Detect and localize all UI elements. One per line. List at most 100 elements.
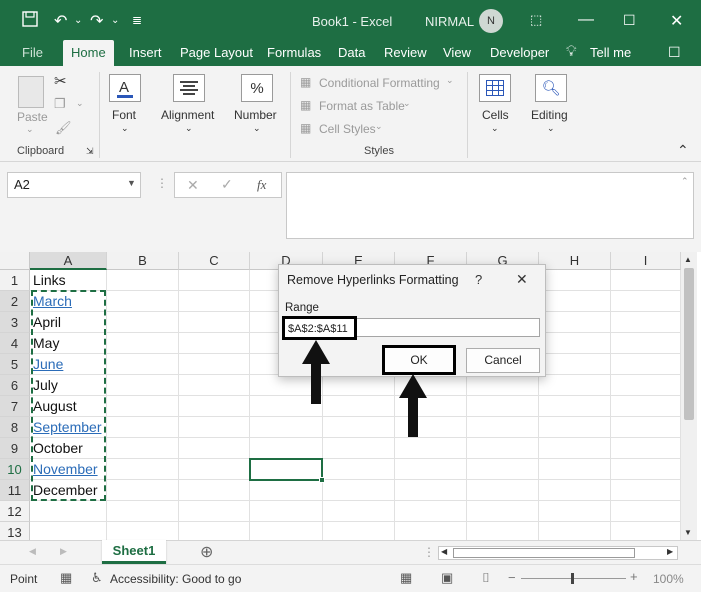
column-header[interactable]: I [611,252,681,270]
minimize-icon[interactable]: — [578,11,594,29]
undo-icon[interactable]: ↶ [54,11,67,31]
clipboard-launcher-icon[interactable]: ⇲ [86,146,94,157]
scrollbar-thumb[interactable] [684,268,694,420]
name-box-dropdown-icon[interactable]: ▼ [127,178,136,188]
cut-icon[interactable]: ✂ [54,72,67,90]
tab-home[interactable]: Home [63,40,114,68]
cell-styles-dropdown-icon[interactable]: ⌄ [375,121,383,132]
number-icon[interactable]: % [241,74,273,102]
maximize-icon[interactable]: ☐ [623,12,636,29]
row-header[interactable]: 3 [0,312,30,333]
lightbulb-icon[interactable]: 💡︎ [566,43,577,60]
row-header[interactable]: 11 [0,480,30,501]
editing-button[interactable]: Editing [531,108,568,122]
number-dropdown-icon[interactable]: ⌄ [253,123,261,134]
save-icon[interactable] [22,11,38,32]
next-sheet-icon[interactable]: ▶ [60,546,67,557]
format-as-table-button[interactable]: Format as Table [319,99,405,113]
tab-file[interactable]: File [22,45,43,60]
sheet-tab-sheet1[interactable]: Sheet1 [102,540,166,564]
normal-view-icon[interactable]: ▦ [400,570,412,586]
zoom-in-icon[interactable]: + [630,569,638,584]
paste-dropdown-icon[interactable]: ⌄ [26,124,34,135]
row-header[interactable]: 12 [0,501,30,522]
cells-icon[interactable] [479,74,511,102]
font-icon[interactable]: A [109,74,141,102]
alignment-icon[interactable] [173,74,205,102]
prev-sheet-icon[interactable]: ◀ [29,546,36,557]
new-sheet-icon[interactable]: ⊕ [200,542,213,562]
copy-dropdown-icon[interactable]: ⌄ [76,98,84,109]
font-button[interactable]: Font [112,108,136,122]
row-header[interactable]: 6 [0,375,30,396]
zoom-level[interactable]: 100% [653,572,684,586]
number-button[interactable]: Number [234,108,277,122]
ok-button[interactable]: OK [382,345,456,375]
user-name[interactable]: NIRMAL [425,14,474,29]
tab-data[interactable]: Data [338,45,365,60]
confirm-entry-icon[interactable]: ✓ [221,176,233,193]
cell-styles-button[interactable]: Cell Styles [319,122,376,136]
row-header[interactable]: 7 [0,396,30,417]
tab-view[interactable]: View [443,45,471,60]
row-header[interactable]: 2 [0,291,30,312]
cells-button[interactable]: Cells [482,108,509,122]
row-header[interactable]: 13 [0,522,30,540]
tell-me-search[interactable]: Tell me [590,45,631,60]
row-header[interactable]: 4 [0,333,30,354]
redo-icon[interactable]: ↷ [90,11,103,31]
row-header[interactable]: 5 [0,354,30,375]
copy-icon[interactable]: ❐ [54,96,66,112]
insert-function-icon[interactable]: fx [257,177,266,193]
conditional-formatting-button[interactable]: Conditional Formatting [319,76,440,90]
zoom-slider-thumb[interactable] [571,573,574,584]
collapse-ribbon-icon[interactable]: ⌃ [677,142,689,159]
expand-formula-bar-icon[interactable]: ⌃ [681,176,689,187]
column-header[interactable]: C [179,252,250,270]
alignment-button[interactable]: Alignment [161,108,214,122]
cell[interactable]: Links [33,270,66,291]
help-icon[interactable]: ? [475,272,482,287]
more-options-icon[interactable]: ⋮ [423,545,435,559]
row-header[interactable]: 10 [0,459,30,480]
format-table-dropdown-icon[interactable]: ⌄ [403,98,411,109]
formula-input[interactable] [286,172,694,239]
range-highlight-box[interactable]: $A$2:$A$11 [282,316,357,340]
paste-icon[interactable] [18,76,44,108]
vertical-scrollbar[interactable]: ▲ ▼ [681,252,697,540]
cancel-button[interactable]: Cancel [466,348,540,373]
active-cell[interactable] [249,458,325,483]
column-header[interactable]: A [30,252,107,270]
ribbon-display-icon[interactable]: ⬚ [530,12,542,28]
close-icon[interactable]: ✕ [516,271,528,288]
tab-review[interactable]: Review [384,45,427,60]
more-options-icon[interactable]: ⋮ [156,176,168,190]
search-icon[interactable]: 🔍︎ [535,74,567,102]
horizontal-scrollbar[interactable]: ◀ ▶ [438,546,678,560]
tab-insert[interactable]: Insert [129,45,162,60]
page-break-view-icon[interactable]: ⌷ [482,570,490,586]
format-painter-icon[interactable]: 🖌︎ [55,120,72,136]
fill-handle[interactable] [319,477,325,483]
cells-dropdown-icon[interactable]: ⌄ [491,123,499,134]
close-icon[interactable]: ✕ [670,11,683,31]
paste-button[interactable]: Paste [17,110,48,124]
tab-developer[interactable]: Developer [490,45,549,60]
scroll-right-icon[interactable]: ▶ [667,547,673,556]
font-dropdown-icon[interactable]: ⌄ [121,123,129,134]
column-header[interactable]: H [539,252,611,270]
scroll-down-icon[interactable]: ▼ [684,528,692,537]
accessibility-icon[interactable]: ♿︎ [91,570,103,586]
row-header[interactable]: 9 [0,438,30,459]
name-box[interactable]: A2 [7,172,141,198]
tab-page-layout[interactable]: Page Layout [180,45,253,60]
redo-dropdown-icon[interactable]: ⌄ [111,15,119,26]
undo-dropdown-icon[interactable]: ⌄ [74,15,82,26]
cancel-entry-icon[interactable]: ✕ [187,177,199,194]
avatar[interactable]: N [479,9,503,33]
row-header[interactable]: 1 [0,270,30,291]
macro-recording-icon[interactable]: ▦ [60,570,72,586]
editing-dropdown-icon[interactable]: ⌄ [547,123,555,134]
page-layout-view-icon[interactable]: ▣ [441,570,453,586]
tab-formulas[interactable]: Formulas [267,45,321,60]
